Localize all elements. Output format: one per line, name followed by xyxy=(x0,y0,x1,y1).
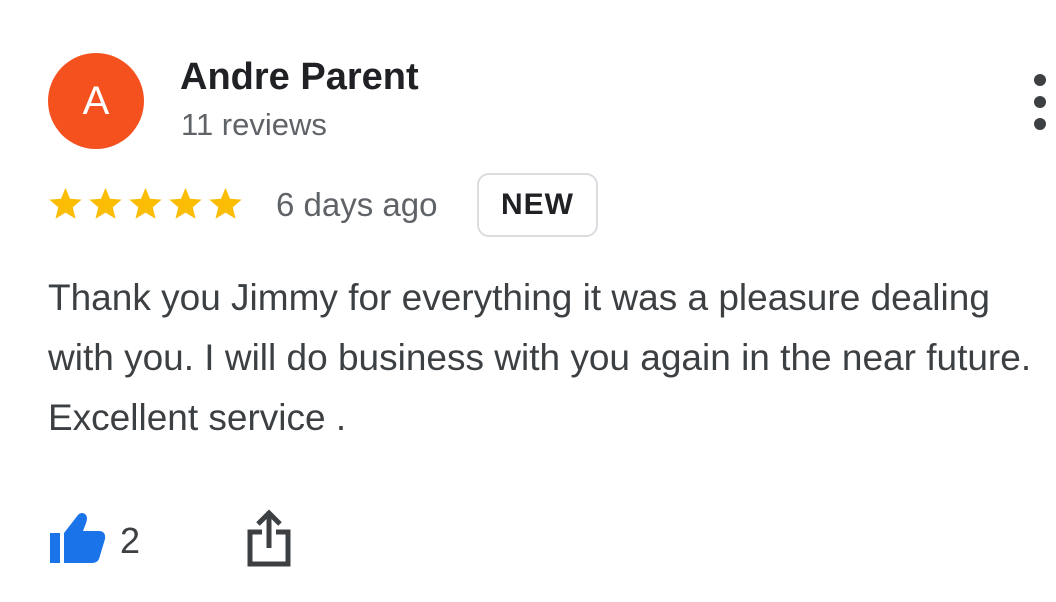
avatar[interactable]: A xyxy=(48,53,144,149)
review-text: Thank you Jimmy for everything it was a … xyxy=(48,277,1032,438)
thumbs-up-icon xyxy=(50,513,106,563)
review-card: A Andre Parent 11 reviews 6 days ago NEW… xyxy=(0,0,1056,602)
avatar-initial: A xyxy=(82,78,110,123)
star-icon xyxy=(49,187,82,219)
like-button[interactable]: 2 xyxy=(48,508,140,566)
new-badge: NEW xyxy=(477,173,598,237)
star-icon xyxy=(89,187,122,219)
review-count[interactable]: 11 reviews xyxy=(181,107,327,143)
share-icon xyxy=(247,509,291,567)
like-count: 2 xyxy=(120,520,141,561)
more-options-button[interactable] xyxy=(1024,74,1056,130)
star-rating xyxy=(47,185,244,227)
star-icon xyxy=(169,187,202,219)
star-icon xyxy=(209,187,242,219)
reviewer-name[interactable]: Andre Parent xyxy=(180,56,419,99)
review-date: 6 days ago xyxy=(276,186,438,223)
share-button[interactable] xyxy=(244,508,294,570)
star-icon xyxy=(129,187,162,219)
